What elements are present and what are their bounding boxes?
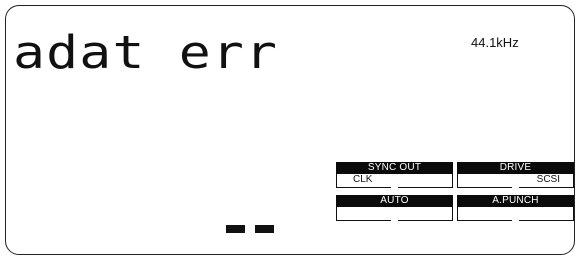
drive-scsi-text: SCSI bbox=[536, 174, 560, 185]
drive-label: DRIVE bbox=[457, 162, 574, 174]
auto-sub bbox=[336, 207, 453, 221]
a-punch-label: A.PUNCH bbox=[457, 195, 574, 207]
drive-sub: SCSI bbox=[457, 174, 574, 188]
a-punch-sub bbox=[457, 207, 574, 221]
sync-out-clk-text: CLK bbox=[353, 174, 373, 185]
segment-dash-2 bbox=[255, 225, 274, 233]
auto-indicator: AUTO bbox=[336, 195, 453, 221]
sync-out-indicator: SYNC OUT CLK bbox=[336, 162, 453, 188]
sync-out-label: SYNC OUT bbox=[336, 162, 453, 174]
sync-out-sub: CLK bbox=[336, 174, 453, 188]
main-display-text: adat err bbox=[13, 26, 279, 79]
sample-rate-readout: 44.1kHz bbox=[471, 35, 519, 50]
segment-dash-1 bbox=[226, 225, 245, 233]
a-punch-indicator: A.PUNCH bbox=[457, 195, 574, 221]
auto-label: AUTO bbox=[336, 195, 453, 207]
drive-indicator: DRIVE SCSI bbox=[457, 162, 574, 188]
